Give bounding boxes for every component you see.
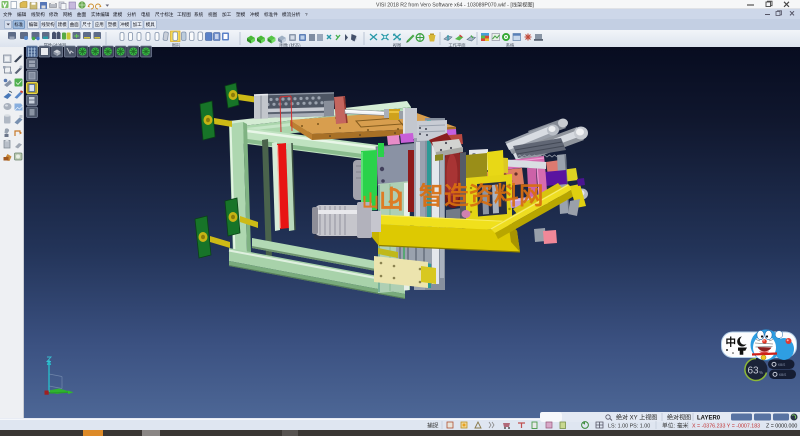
svg-text:中: 中 — [726, 336, 737, 349]
svg-text:山: 山 — [362, 192, 379, 211]
svg-text:Z = 0000.000: Z = 0000.000 — [766, 423, 797, 429]
svg-text:KB/S: KB/S — [778, 363, 785, 367]
svg-text:LS: 1.00 PS: 1.00: LS: 1.00 PS: 1.00 — [608, 424, 650, 430]
svg-text:捕捉: 捕捉 — [427, 422, 439, 430]
svg-text:单位: 毫米: 单位: 毫米 — [662, 422, 689, 430]
svg-text:63: 63 — [748, 366, 760, 377]
svg-text:%: % — [759, 370, 763, 375]
svg-text:智造资料网: 智造资料网 — [419, 181, 544, 210]
svg-text:X = -0376.233 Y = -0007.183: X = -0376.233 Y = -0007.183 — [692, 423, 760, 429]
svg-text:KB/S: KB/S — [779, 373, 786, 377]
